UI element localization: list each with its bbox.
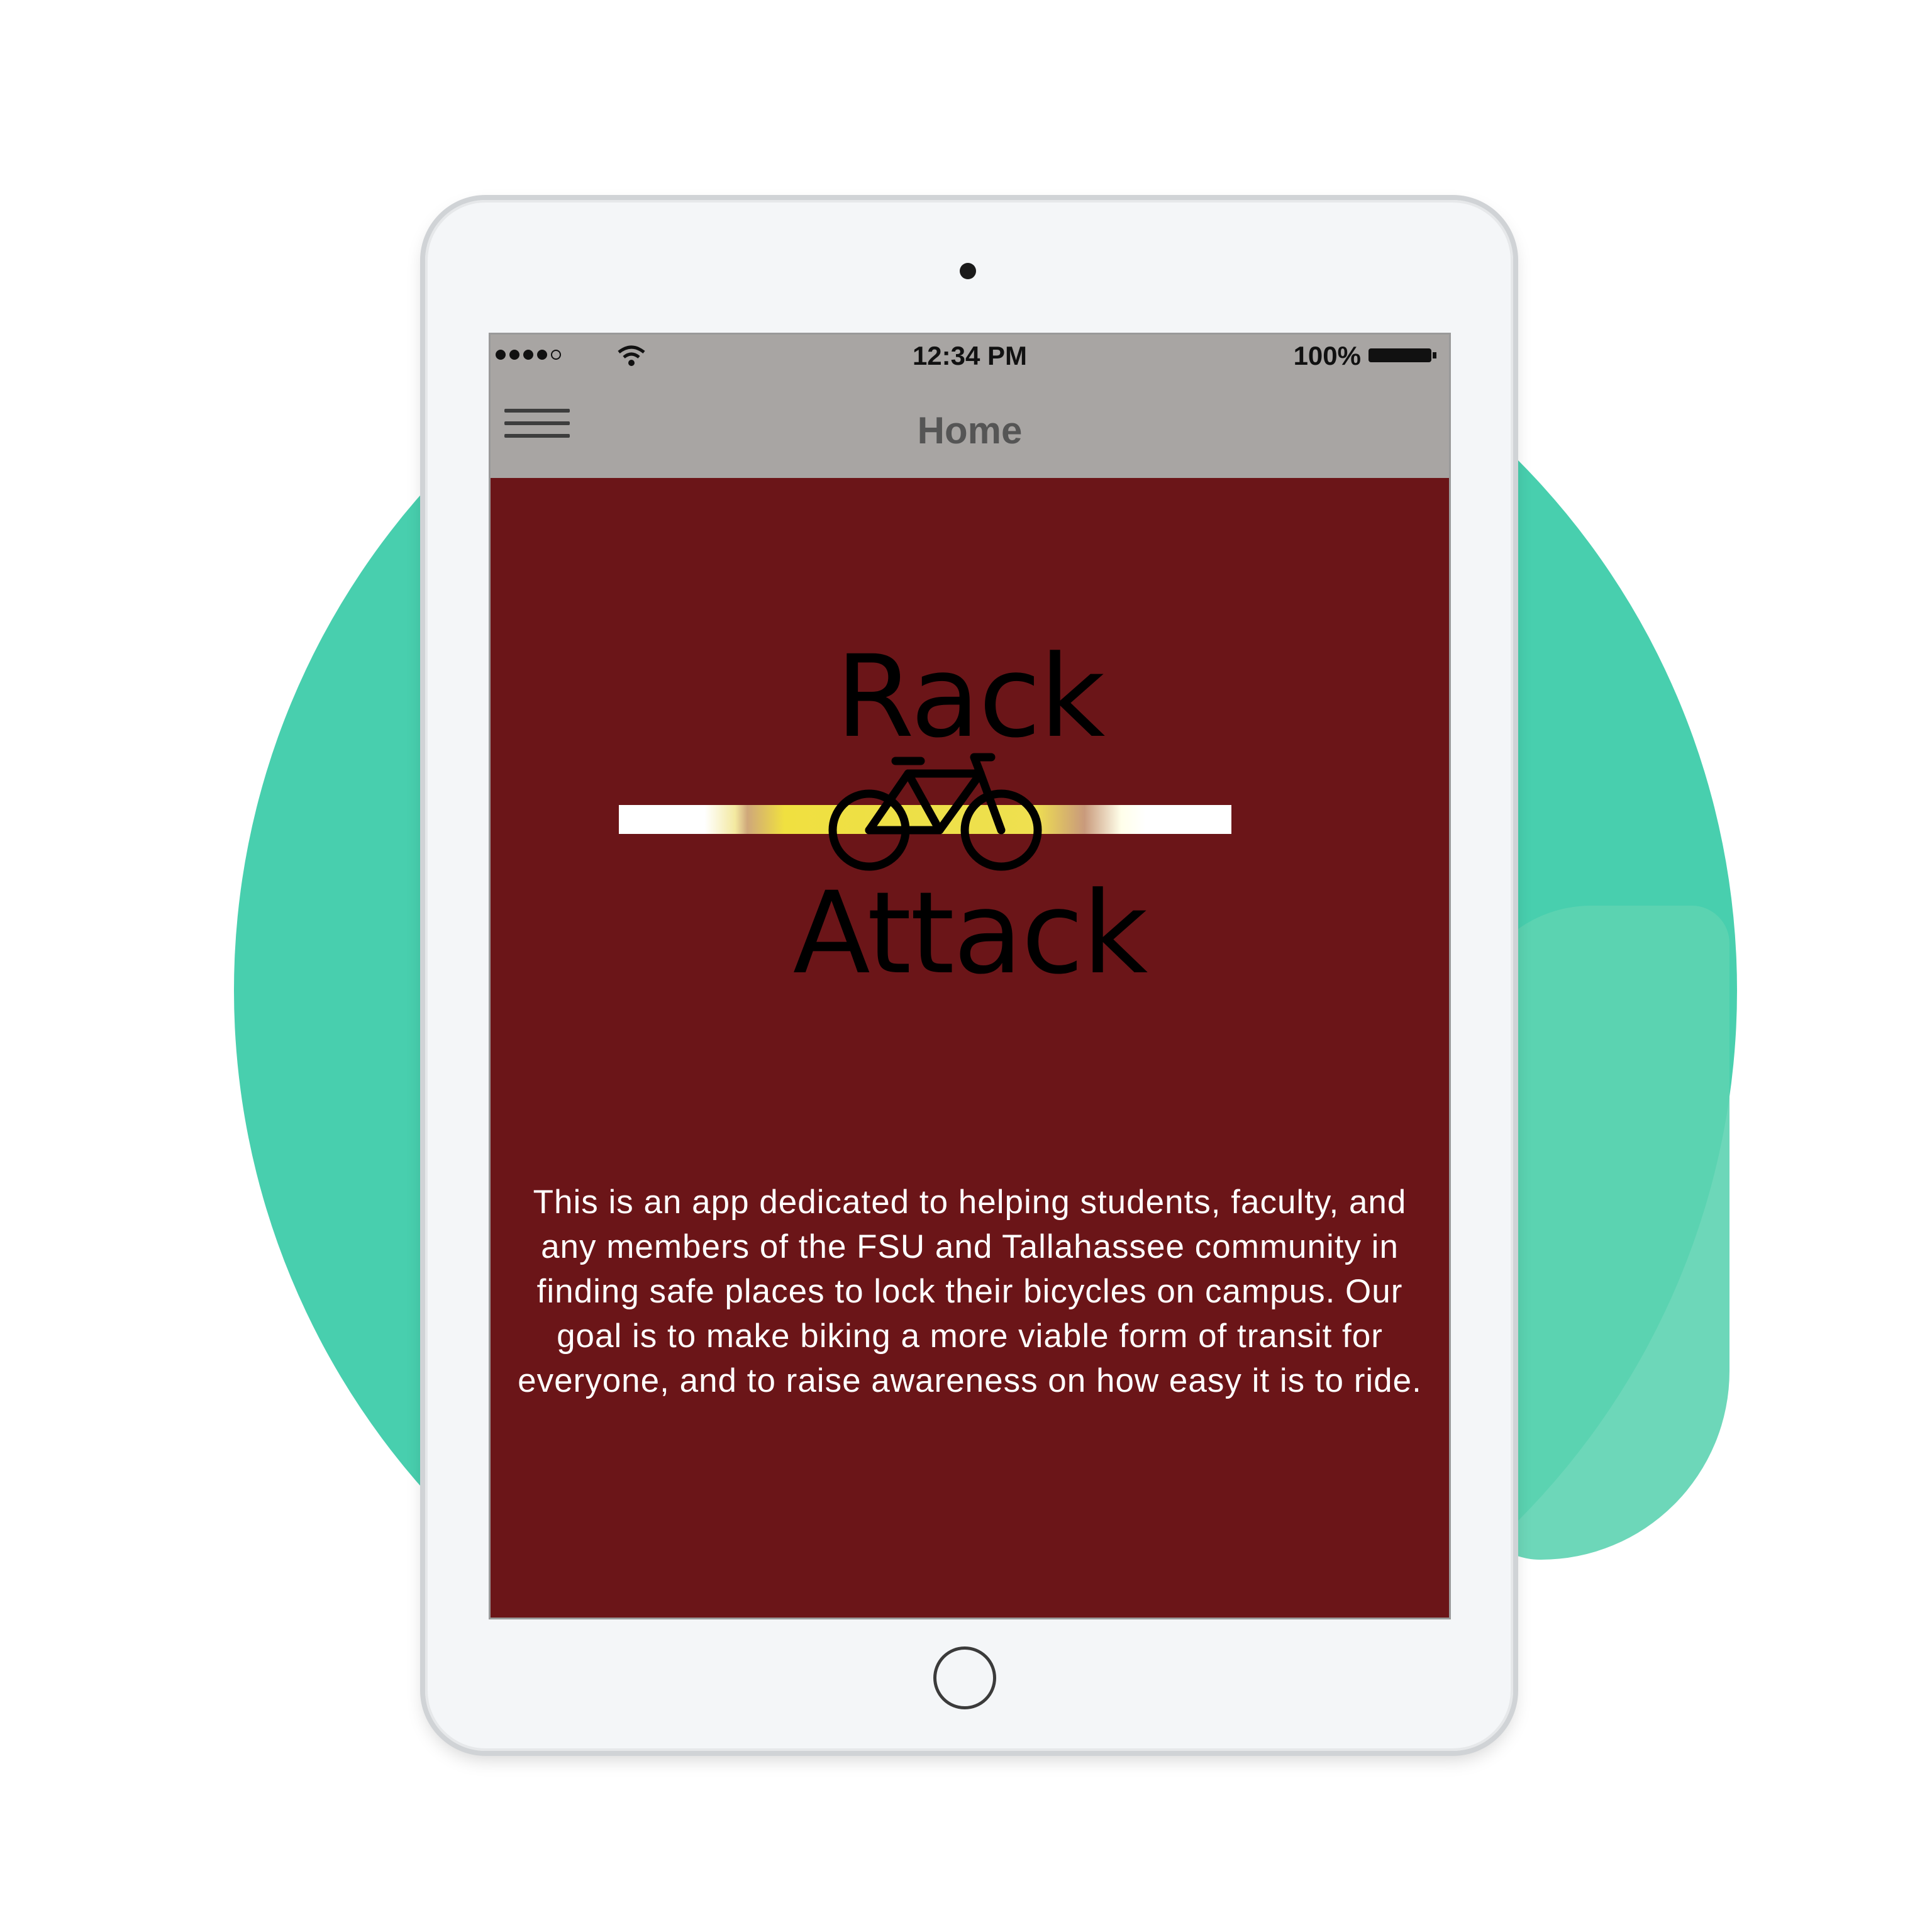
navigation-bar: Home [491, 375, 1449, 478]
app-screen: 12:34 PM 100% Home Rack Attack This is a… [491, 335, 1449, 1618]
page-title: Home [917, 409, 1023, 452]
camera-icon [960, 263, 976, 279]
status-bar: 12:34 PM 100% [491, 335, 1449, 375]
stage: 12:34 PM 100% Home Rack Attack This is a… [0, 0, 1932, 1932]
rack-attack-logo: Rack Attack [491, 478, 1449, 1057]
tablet-frame: 12:34 PM 100% Home Rack Attack This is a… [425, 200, 1513, 1751]
bicycle-icon [828, 753, 1042, 871]
home-button[interactable] [933, 1646, 996, 1709]
battery-icon [1368, 348, 1436, 362]
logo-word-rack: Rack [835, 631, 1106, 763]
logo-word-attack: Attack [792, 868, 1148, 999]
app-description: This is an app dedicated to helping stud… [518, 1184, 1422, 1399]
battery-percentage: 100% [1293, 341, 1361, 370]
